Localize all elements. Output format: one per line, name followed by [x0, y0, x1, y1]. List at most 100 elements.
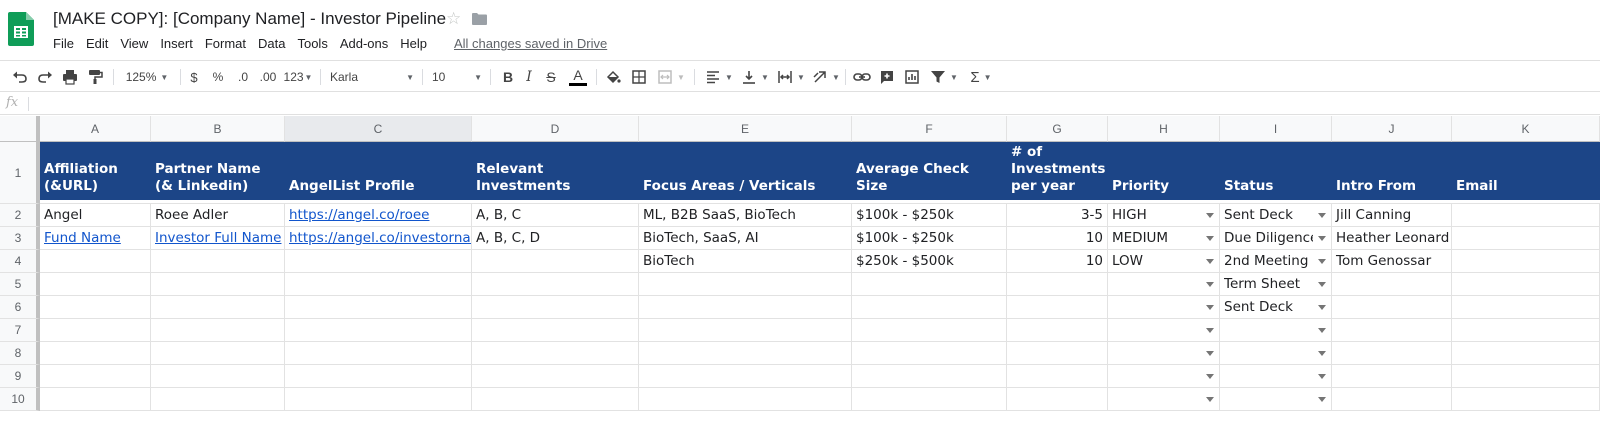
dropdown-cell[interactable]: Term Sheet — [1220, 273, 1332, 296]
table-cell[interactable] — [472, 388, 639, 411]
font-family-select[interactable]: Karla ▼ — [330, 67, 414, 87]
dropdown-cell[interactable]: Sent Deck — [1220, 204, 1332, 227]
table-cell[interactable] — [639, 273, 852, 296]
table-cell[interactable]: Fund Name — [40, 227, 151, 250]
column-header-c[interactable]: C — [285, 116, 472, 142]
table-cell[interactable] — [1332, 388, 1452, 411]
functions-icon[interactable]: Σ ▼ — [966, 67, 996, 87]
table-cell[interactable] — [1452, 250, 1600, 273]
table-cell[interactable]: https://angel.co/roee — [285, 204, 472, 227]
formula-input[interactable] — [34, 93, 1594, 114]
table-cell[interactable]: Roee Adler — [151, 204, 285, 227]
table-cell[interactable] — [1007, 273, 1108, 296]
table-cell[interactable] — [40, 342, 151, 365]
row-header-7[interactable]: 7 — [0, 319, 40, 342]
menu-edit[interactable]: Edit — [86, 36, 108, 51]
table-cell[interactable]: $100k - $250k — [852, 204, 1007, 227]
vertical-align-icon[interactable]: ▼ — [739, 67, 771, 87]
table-cell[interactable] — [151, 273, 285, 296]
table-cell[interactable]: 3-5 — [1007, 204, 1108, 227]
table-cell[interactable] — [852, 296, 1007, 319]
table-cell[interactable]: 10 — [1007, 250, 1108, 273]
table-cell[interactable]: BioTech — [639, 250, 852, 273]
font-size-select[interactable]: 10 ▼ — [432, 67, 482, 87]
menu-data[interactable]: Data — [258, 36, 285, 51]
borders-icon[interactable] — [629, 67, 649, 87]
table-cell[interactable] — [151, 250, 285, 273]
menu-format[interactable]: Format — [205, 36, 246, 51]
row-header-1[interactable]: 1 — [0, 142, 40, 204]
table-cell[interactable] — [151, 319, 285, 342]
select-all-corner[interactable] — [0, 116, 40, 142]
currency-format-button[interactable]: $ — [186, 67, 202, 87]
dropdown-cell[interactable] — [1108, 296, 1220, 319]
menu-insert[interactable]: Insert — [160, 36, 193, 51]
column-header-b[interactable]: B — [151, 116, 285, 142]
row-header-6[interactable]: 6 — [0, 296, 40, 319]
table-cell[interactable] — [472, 250, 639, 273]
dropdown-cell[interactable]: MEDIUM — [1108, 227, 1220, 250]
percent-format-button[interactable]: % — [210, 67, 226, 87]
dropdown-cell[interactable]: Due Diligence — [1220, 227, 1332, 250]
table-cell[interactable] — [1452, 365, 1600, 388]
column-header-a[interactable]: A — [40, 116, 151, 142]
table-cell[interactable] — [472, 296, 639, 319]
table-cell[interactable]: Angel — [40, 204, 151, 227]
table-cell[interactable]: A, B, C, D — [472, 227, 639, 250]
decrease-decimal-button[interactable]: .0 — [233, 67, 253, 87]
table-cell[interactable]: $250k - $500k — [852, 250, 1007, 273]
dropdown-cell[interactable]: LOW — [1108, 250, 1220, 273]
table-cell[interactable] — [1007, 388, 1108, 411]
folder-icon[interactable] — [472, 13, 487, 25]
column-header-j[interactable]: J — [1332, 116, 1452, 142]
row-header-3[interactable]: 3 — [0, 227, 40, 250]
column-header-e[interactable]: E — [639, 116, 852, 142]
document-title[interactable]: [MAKE COPY]: [Company Name] - Investor P… — [53, 9, 446, 29]
table-cell[interactable] — [1452, 296, 1600, 319]
table-cell[interactable] — [472, 273, 639, 296]
header-cell[interactable]: AngelList Profile — [285, 142, 472, 200]
column-header-i[interactable]: I — [1220, 116, 1332, 142]
column-header-k[interactable]: K — [1452, 116, 1600, 142]
table-cell[interactable]: ML, B2B SaaS, BioTech — [639, 204, 852, 227]
table-cell[interactable] — [151, 296, 285, 319]
header-cell[interactable]: Affiliation (&URL) — [40, 142, 151, 200]
insert-comment-icon[interactable] — [877, 67, 897, 87]
dropdown-cell[interactable]: HIGH — [1108, 204, 1220, 227]
table-cell[interactable] — [639, 296, 852, 319]
table-cell[interactable] — [285, 250, 472, 273]
dropdown-cell[interactable] — [1108, 273, 1220, 296]
column-header-d[interactable]: D — [472, 116, 639, 142]
header-cell[interactable]: Email — [1452, 142, 1600, 200]
table-cell[interactable] — [1007, 342, 1108, 365]
column-header-h[interactable]: H — [1108, 116, 1220, 142]
table-cell[interactable] — [40, 273, 151, 296]
header-cell[interactable]: Status — [1220, 142, 1332, 200]
table-cell[interactable] — [1007, 296, 1108, 319]
strikethrough-button[interactable]: S — [543, 67, 559, 87]
dropdown-cell[interactable] — [1108, 388, 1220, 411]
table-cell[interactable] — [1452, 342, 1600, 365]
table-cell[interactable] — [1332, 273, 1452, 296]
table-cell[interactable]: https://angel.co/investorname — [285, 227, 472, 250]
row-header-2[interactable]: 2 — [0, 204, 40, 227]
header-cell[interactable]: Priority — [1108, 142, 1220, 200]
table-cell[interactable] — [40, 319, 151, 342]
more-formats-select[interactable]: 123 ▼ — [283, 67, 313, 87]
dropdown-cell[interactable]: 2nd Meeting — [1220, 250, 1332, 273]
dropdown-cell[interactable] — [1220, 342, 1332, 365]
table-cell[interactable] — [40, 250, 151, 273]
table-cell[interactable] — [40, 296, 151, 319]
text-wrapping-icon[interactable]: ▼ — [775, 67, 807, 87]
menu-tools[interactable]: Tools — [297, 36, 327, 51]
table-cell[interactable] — [639, 365, 852, 388]
table-cell[interactable] — [1452, 227, 1600, 250]
header-cell[interactable]: Relevant Investments — [472, 142, 639, 200]
table-cell[interactable] — [1332, 365, 1452, 388]
row-header-8[interactable]: 8 — [0, 342, 40, 365]
table-cell[interactable] — [40, 388, 151, 411]
menu-file[interactable]: File — [53, 36, 74, 51]
table-cell[interactable]: A, B, C — [472, 204, 639, 227]
dropdown-cell[interactable] — [1220, 319, 1332, 342]
dropdown-cell[interactable] — [1220, 365, 1332, 388]
